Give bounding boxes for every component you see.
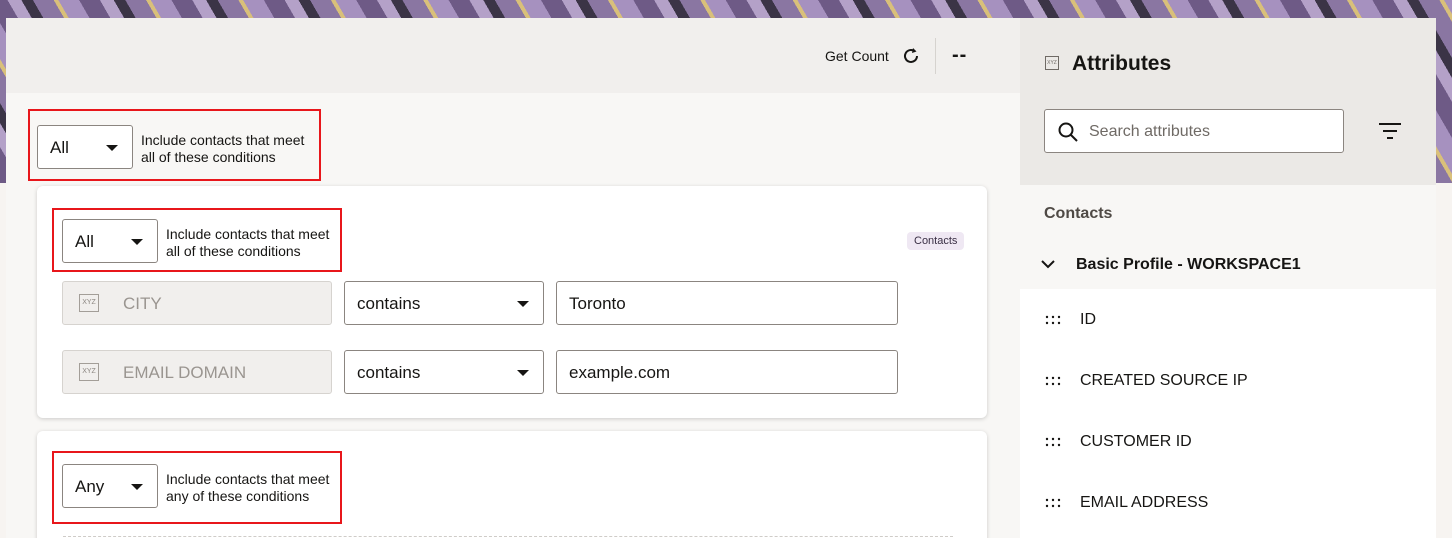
- condition-attribute-label: EMAIL DOMAIN: [123, 363, 247, 382]
- condition-attribute[interactable]: XYZ CITY: [62, 281, 332, 325]
- chevron-down-icon: [106, 145, 118, 151]
- condition-operator-select[interactable]: contains: [344, 350, 544, 394]
- chevron-down-icon: [131, 239, 143, 245]
- condition-operator-value: contains: [357, 363, 421, 382]
- attribute-name: CREATED SOURCE IP: [1080, 372, 1248, 389]
- condition-value-input[interactable]: example.com: [556, 350, 898, 394]
- group-operator-select[interactable]: All: [62, 219, 158, 263]
- condition-group-card: All Include contacts that meet all of th…: [37, 186, 987, 418]
- search-icon: [1058, 122, 1078, 142]
- condition-value-input[interactable]: Toronto: [556, 281, 898, 325]
- group-operator-description: Include contacts that meet all of these …: [166, 226, 330, 259]
- segment-builder-panel: Get Count -- All Include contacts that m…: [6, 18, 1020, 538]
- attribute-group-toggle[interactable]: Basic Profile - WORKSPACE1: [1076, 256, 1301, 274]
- condition-group-card: Any Include contacts that meet any of th…: [37, 431, 987, 538]
- group-operator-select[interactable]: Any: [62, 464, 158, 508]
- text-attribute-icon: XYZ: [79, 294, 99, 312]
- drag-handle-icon[interactable]: [1044, 315, 1062, 325]
- builder-toolbar: Get Count --: [6, 18, 1020, 93]
- condition-value-text: example.com: [569, 363, 671, 382]
- attribute-list-item[interactable]: ID: [1044, 309, 1424, 339]
- group-operator-value: Any: [75, 477, 105, 496]
- toolbar-divider: [935, 38, 936, 74]
- contacts-badge: Contacts: [907, 232, 965, 250]
- attribute-list-item[interactable]: CREATED SOURCE IP: [1044, 370, 1424, 400]
- attribute-name: EMAIL ADDRESS: [1080, 494, 1209, 511]
- condition-operator-value: contains: [357, 294, 421, 313]
- condition-value-text: Toronto: [569, 294, 626, 313]
- drag-handle-icon[interactable]: [1044, 437, 1062, 447]
- chevron-down-icon: [517, 301, 529, 307]
- group-operator-value: All: [75, 232, 94, 251]
- root-operator-description: Include contacts that meet all of these …: [141, 132, 305, 165]
- attributes-icon: XYZ: [1045, 56, 1059, 70]
- attributes-panel-header: [1020, 18, 1436, 185]
- count-value: --: [952, 44, 968, 66]
- root-operator-select[interactable]: All: [37, 125, 133, 169]
- attribute-name: ID: [1080, 311, 1096, 328]
- chevron-down-icon[interactable]: [1040, 256, 1056, 272]
- root-operator-value: All: [50, 138, 69, 157]
- drag-handle-icon[interactable]: [1044, 376, 1062, 386]
- refresh-icon[interactable]: [901, 46, 921, 66]
- attribute-name: CUSTOMER ID: [1080, 433, 1192, 450]
- search-attributes-placeholder: Search attributes: [1089, 123, 1210, 140]
- chevron-down-icon: [517, 370, 529, 376]
- filter-icon[interactable]: [1376, 119, 1404, 143]
- attributes-section-heading: Contacts: [1044, 205, 1113, 222]
- condition-attribute-label: CITY: [123, 294, 162, 313]
- get-count-button[interactable]: Get Count: [825, 48, 889, 64]
- drag-handle-icon[interactable]: [1044, 498, 1062, 508]
- drop-zone-divider: [63, 536, 953, 537]
- attribute-list-item[interactable]: EMAIL ADDRESS: [1044, 492, 1424, 522]
- attribute-list-item[interactable]: CUSTOMER ID: [1044, 431, 1424, 461]
- text-attribute-icon: XYZ: [79, 363, 99, 381]
- search-attributes-field[interactable]: Search attributes: [1044, 109, 1344, 153]
- group-operator-description: Include contacts that meet any of these …: [166, 471, 330, 504]
- condition-operator-select[interactable]: contains: [344, 281, 544, 325]
- chevron-down-icon: [131, 484, 143, 490]
- attributes-title: Attributes: [1072, 52, 1172, 75]
- condition-attribute[interactable]: XYZ EMAIL DOMAIN: [62, 350, 332, 394]
